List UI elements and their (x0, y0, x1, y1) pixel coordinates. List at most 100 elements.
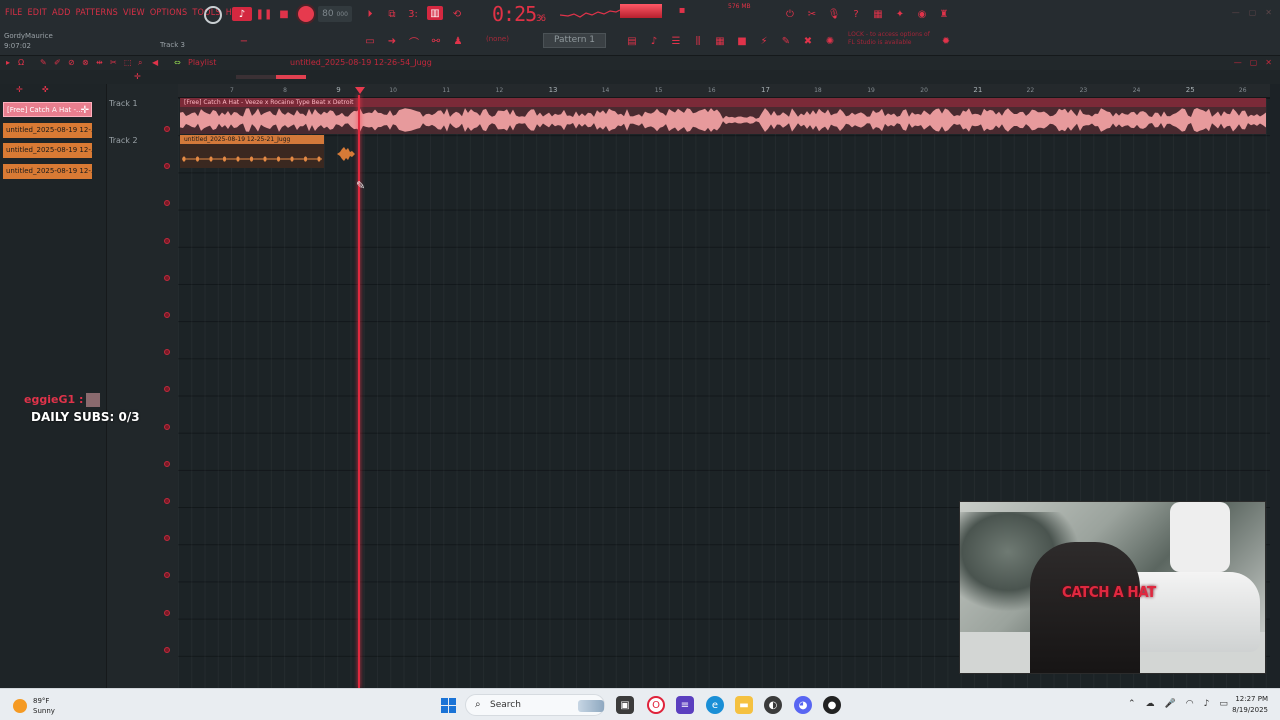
track-2-clip[interactable]: untitled_2025-08-19 12-25-21_Jugg (180, 135, 324, 168)
playback-tool-icon[interactable]: ◀ (152, 58, 158, 67)
clip-item-0[interactable]: [Free] Catch A Hat -... ✛ (3, 102, 92, 117)
picker-audio-icon[interactable]: ✜ (42, 85, 49, 94)
slice-tool-icon[interactable]: ✂ (110, 58, 117, 67)
snap-icon[interactable]: − (236, 34, 252, 48)
track-1-label[interactable]: Track 1 (109, 99, 138, 108)
clip-item-2[interactable]: untitled_2025-08-19 12-... (3, 143, 92, 158)
minimize-icon[interactable]: — (1232, 8, 1240, 17)
track-2-label[interactable]: Track 2 (109, 136, 138, 145)
clip-item-3[interactable]: untitled_2025-08-19 12-... (3, 164, 92, 179)
menu-patterns[interactable]: PATTERNS (76, 8, 118, 18)
track-mute-dot[interactable] (164, 423, 170, 430)
microphone-icon[interactable]: 🎙 (826, 7, 842, 21)
wifi-icon[interactable]: ◠ (1186, 699, 1194, 709)
discord-icon[interactable]: ◕ (794, 696, 812, 714)
maximize-icon[interactable]: ▢ (1249, 8, 1257, 17)
pencil-icon[interactable]: ✎ (40, 58, 47, 67)
tools-icon[interactable]: ✖ (800, 34, 816, 48)
playhead-marker[interactable] (355, 87, 365, 94)
loop-record-icon[interactable]: ⟲ (449, 7, 465, 21)
pattern-selector[interactable]: Pattern 1 (543, 33, 606, 48)
power-icon[interactable]: ⏻ (782, 7, 798, 21)
browser-toggle-icon[interactable]: ▭ (362, 34, 378, 48)
clip-item-1[interactable]: untitled_2025-08-19 12-... (3, 123, 92, 138)
playlist-icon[interactable]: ▤ (624, 34, 640, 48)
menu-file[interactable]: FILE (5, 8, 22, 18)
track-mute-dot[interactable] (164, 646, 170, 653)
play-icon[interactable]: ❚❚ (256, 7, 273, 21)
channel-rack-icon[interactable]: ☰ (668, 34, 684, 48)
stamp-icon[interactable]: ♟ (450, 34, 466, 48)
time-display[interactable]: 0:2536 (492, 2, 546, 26)
weather-widget[interactable]: 89°F Sunny (13, 696, 55, 716)
taskbar-search[interactable]: ⌕ Search (465, 694, 605, 716)
mode-select[interactable]: (none) (486, 35, 509, 43)
windows-start-icon[interactable] (441, 698, 456, 713)
chevron-up-icon[interactable]: ⌃ (1128, 699, 1136, 709)
track-selector[interactable]: Track 3 (160, 41, 185, 49)
plugin-icon[interactable]: ▦ (870, 7, 886, 21)
slip-tool-icon[interactable]: ⇹ (96, 58, 103, 67)
metronome-icon[interactable]: ⏵ (362, 7, 378, 21)
delete-tool-icon[interactable]: ⊘ (68, 58, 75, 67)
user-icon[interactable]: ♜ (936, 7, 952, 21)
close-icon[interactable]: ✕ (1265, 8, 1272, 17)
stop-icon[interactable]: ■ (276, 7, 292, 21)
track-mute-dot[interactable] (164, 237, 170, 244)
arrow-right-icon[interactable]: ➜ (384, 34, 400, 48)
mixer-fader-icon[interactable]: ⫼ (690, 34, 706, 48)
track-mute-dot[interactable] (164, 460, 170, 467)
file-explorer-icon[interactable]: ▬ (735, 696, 753, 714)
browser-icon[interactable]: ▦ (712, 34, 728, 48)
plug-icon[interactable]: ⚡ (756, 34, 772, 48)
magnet-snap-icon[interactable]: Ω (18, 58, 24, 67)
track-mute-dot[interactable] (164, 312, 170, 318)
horizontal-scrollbar[interactable] (236, 75, 306, 79)
edit-icon[interactable]: ✎ (778, 34, 794, 48)
track-mute-dot[interactable] (164, 274, 170, 281)
playlist-close-icon[interactable]: ✕ (1265, 58, 1272, 67)
picker-pattern-icon[interactable]: ✛ (16, 85, 23, 94)
menu-add[interactable]: ADD (52, 8, 71, 18)
track-mute-dot[interactable] (164, 609, 170, 616)
song-mode-button[interactable]: ♪ (232, 7, 252, 21)
edge-icon[interactable]: e (706, 696, 724, 714)
speaker-icon[interactable]: ♪ (1204, 699, 1210, 709)
clip-add-icon[interactable]: ✛ (81, 103, 89, 116)
paint-icon[interactable]: ✐ (54, 58, 61, 67)
track-mute-dot[interactable] (164, 498, 170, 504)
record-button[interactable] (298, 6, 314, 22)
mic-icon[interactable]: 🎤 (1165, 699, 1176, 709)
menu-options[interactable]: OPTIONS (150, 8, 188, 18)
select-tool-icon[interactable]: ⬚ (124, 58, 132, 67)
zoom-tool-icon[interactable]: ⌕ (138, 58, 142, 68)
crosshair-icon[interactable]: ✛ (134, 72, 141, 81)
playlist-maximize-icon[interactable]: ▢ (1250, 58, 1258, 67)
track-mute-dot[interactable] (164, 126, 170, 132)
tempo-display[interactable]: 80 000 (318, 6, 352, 22)
notes-app-icon[interactable]: ≡ (676, 696, 694, 714)
wait-icon[interactable]: ⧉ (384, 7, 400, 21)
cut-icon[interactable]: ✂ (804, 7, 820, 21)
delete-icon[interactable]: ■ (734, 34, 750, 48)
mixer-icon[interactable]: ✦ (892, 7, 908, 21)
timeline-ruler[interactable]: 7 8 9 10 11 12 13 14 15 16 17 18 19 20 21 22 23 24 25 26 (178, 84, 1270, 98)
network-icon[interactable]: ☁ (1146, 699, 1155, 709)
gear-icon[interactable]: ✺ (822, 34, 838, 48)
help-icon[interactable]: ? (848, 7, 864, 21)
chat-icon[interactable]: ◉ (914, 7, 930, 21)
task-view-icon[interactable]: ▣ (616, 696, 634, 714)
link-icon[interactable]: ⚯ (428, 34, 444, 48)
opera-icon[interactable]: O (647, 696, 665, 714)
menu-arrow-icon[interactable]: ▸ (6, 58, 10, 67)
track-1-clip[interactable]: [Free] Catch A Hat - Veeze x Rocaine Typ… (180, 98, 1266, 134)
piano-roll-icon[interactable]: ♪ (646, 34, 662, 48)
menu-edit[interactable]: EDIT (27, 8, 46, 18)
settings-icon[interactable]: ✹ (938, 34, 954, 48)
obs-icon[interactable]: ● (823, 696, 841, 714)
step-edit-button[interactable]: ▥ (427, 6, 443, 20)
menu-view[interactable]: VIEW (123, 8, 145, 18)
mute-tool-icon[interactable]: ⊗ (82, 58, 89, 67)
fl-studio-icon[interactable]: ◐ (764, 696, 782, 714)
playlist-minimize-icon[interactable]: — (1234, 58, 1242, 67)
